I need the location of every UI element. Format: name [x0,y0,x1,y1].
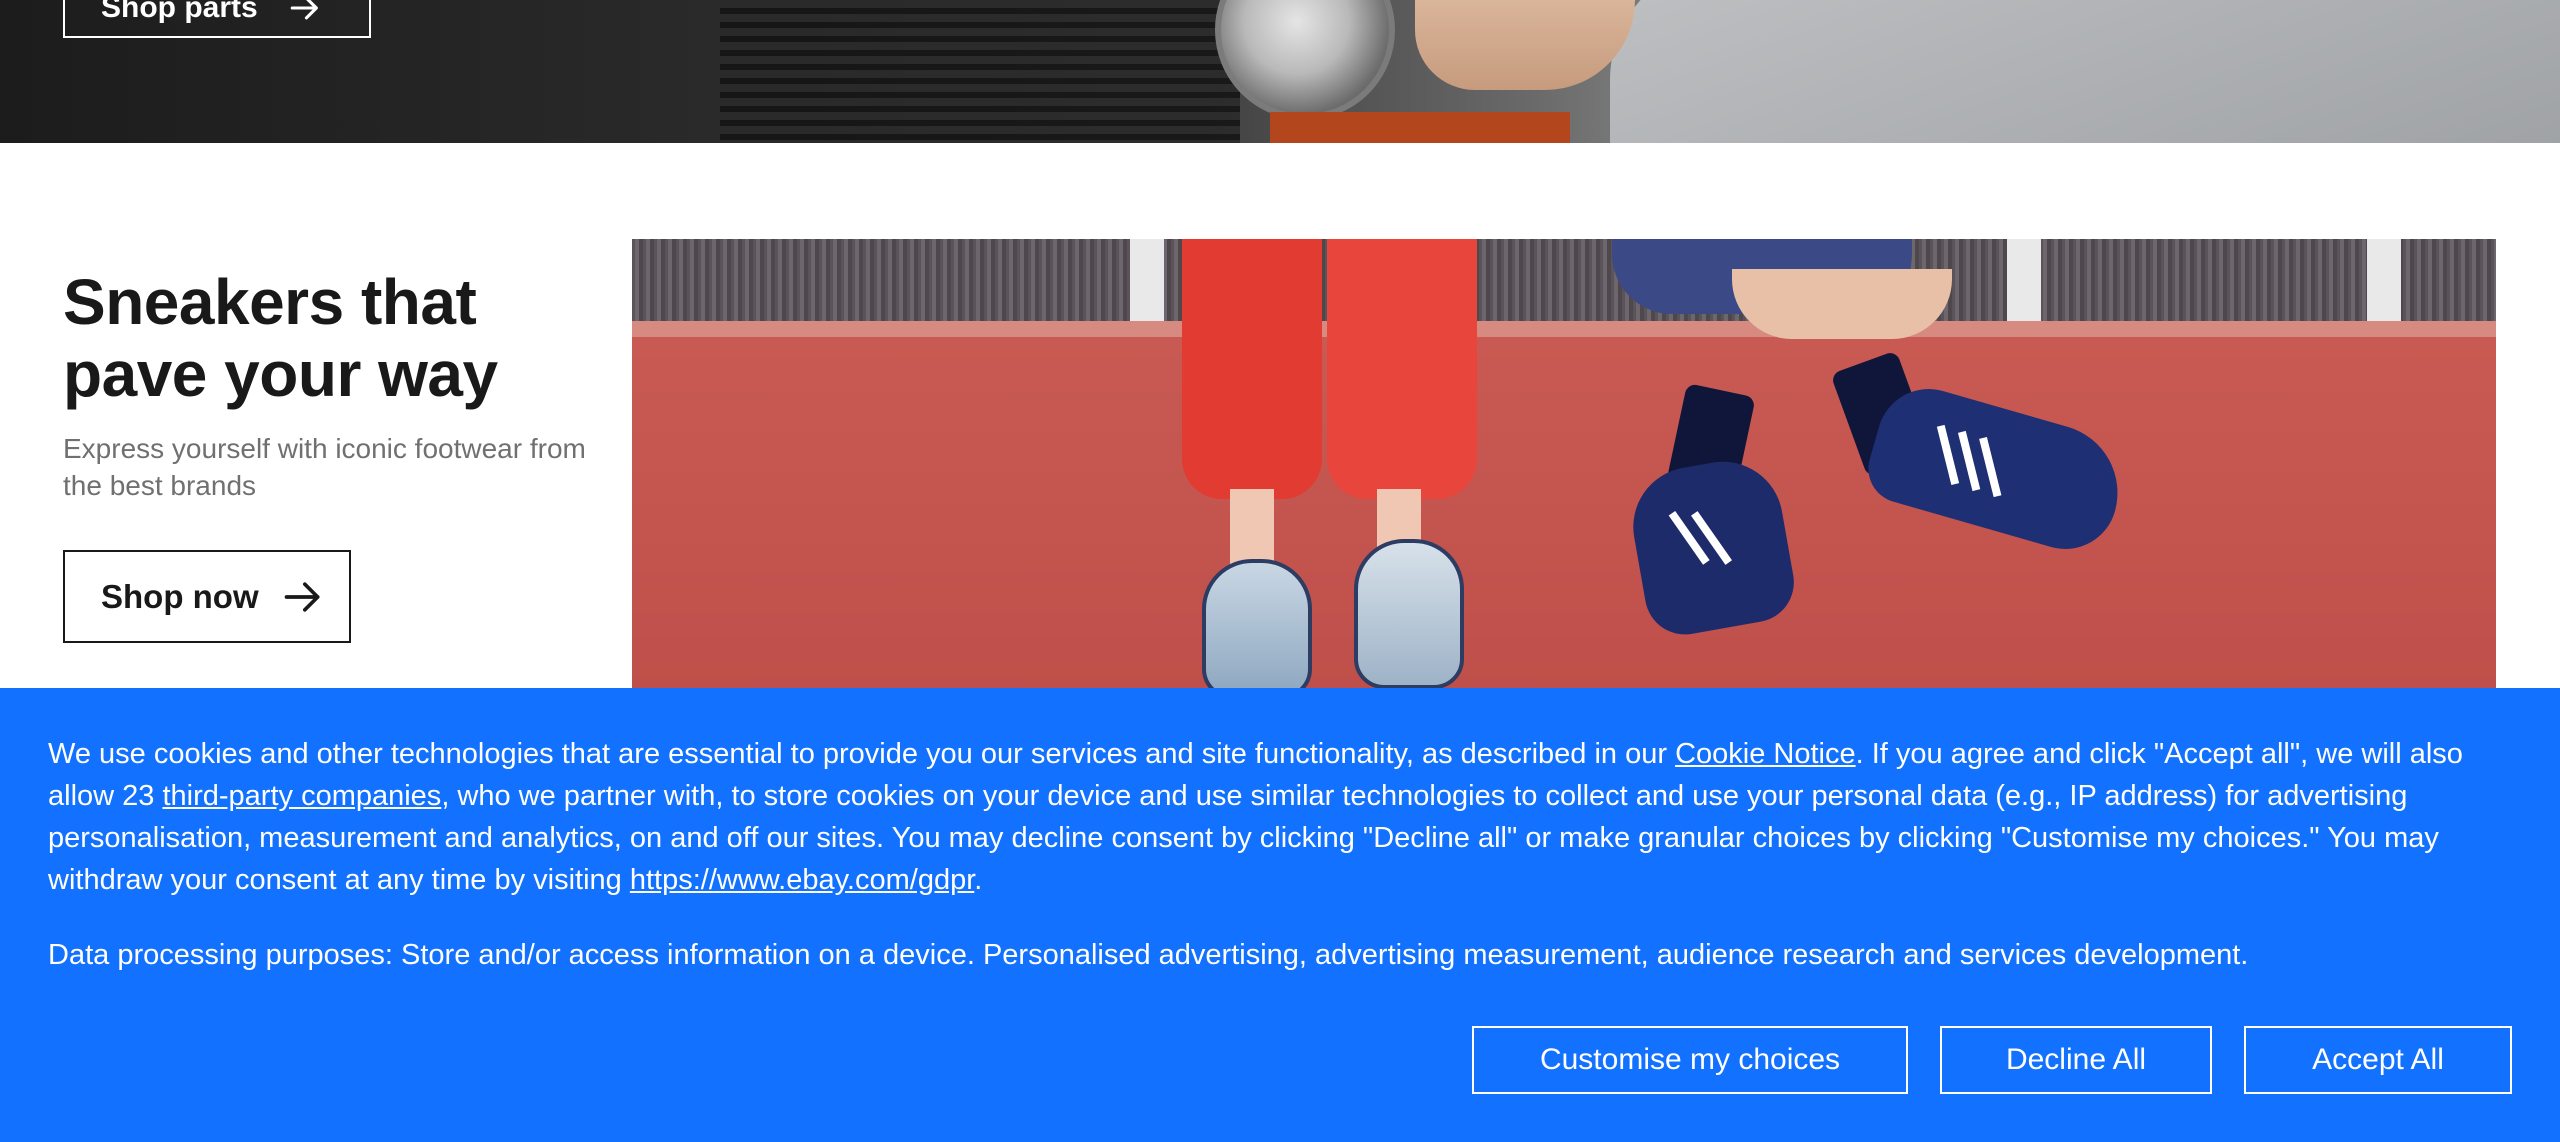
red-wall-graphic [632,337,2496,689]
post-graphic [2007,239,2041,329]
sneakers-promo-image[interactable] [632,239,2496,689]
red-pants-graphic [1182,239,1322,499]
car-grille-graphic [720,0,1240,143]
arrow-right-icon [290,0,318,20]
shop-now-button[interactable]: Shop now [63,550,351,643]
person-sleeve-graphic [1610,0,2560,143]
shop-parts-button[interactable]: Shop parts [63,0,371,38]
car-headlight-graphic [1215,0,1395,120]
person-hand-graphic [1415,0,1635,90]
cookie-consent-text: We use cookies and other technologies th… [48,733,2518,901]
wall-edge-graphic [632,321,2496,337]
hero-image-car-parts: Shop parts [0,0,2560,143]
cookie-notice-link[interactable]: Cookie Notice [1675,738,1856,770]
cookie-consent-banner: We use cookies and other technologies th… [0,688,2560,1142]
light-blue-sneaker-graphic [1202,559,1312,689]
decline-all-button[interactable]: Decline All [1940,1026,2212,1094]
post-graphic [2367,239,2401,329]
third-party-companies-link[interactable]: third-party companies [162,780,441,812]
shop-parts-label: Shop parts [101,0,258,24]
sneaker-stripe [1979,436,2002,498]
sneaker-stripe [1936,424,1960,486]
promo-headline: Sneakers that pave your way [63,266,498,410]
cookie-text-segment: . [974,864,983,896]
gdpr-link[interactable]: https://www.ebay.com/gdpr [630,864,974,896]
cookie-text-segment: We use cookies and other technologies th… [48,738,1676,770]
sneaker-stripe [1957,430,1981,492]
arrow-right-icon [284,581,320,612]
data-processing-purposes: Data processing purposes: Store and/or a… [48,939,2249,971]
car-bumper-graphic [1270,112,1570,143]
knee-graphic [1732,269,1952,339]
accept-all-button[interactable]: Accept All [2244,1026,2512,1094]
promo-subtext: Express yourself with iconic footwear fr… [63,433,586,501]
post-graphic [1130,239,1164,329]
light-blue-sneaker-graphic [1354,539,1464,689]
customise-choices-button[interactable]: Customise my choices [1472,1026,1908,1094]
red-pants-graphic [1327,239,1477,499]
shop-now-label: Shop now [101,577,259,615]
running-track-graphic [632,239,2496,321]
